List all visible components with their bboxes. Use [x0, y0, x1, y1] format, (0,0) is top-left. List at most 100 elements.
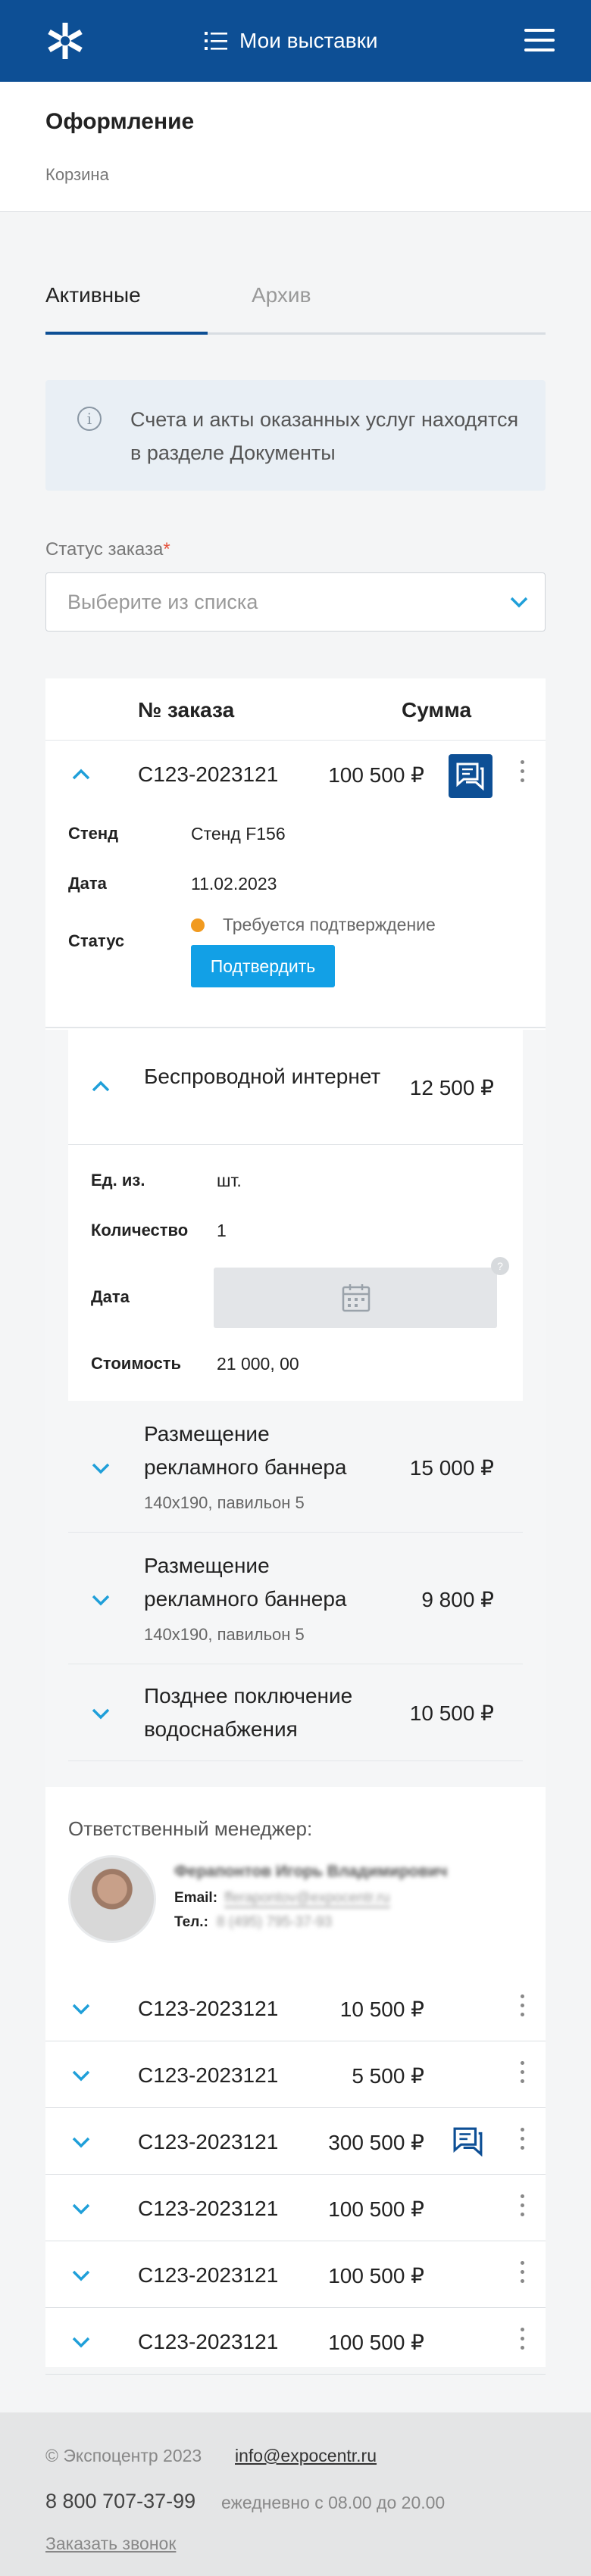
logo-icon[interactable] [44, 20, 86, 62]
chat-icon [456, 763, 484, 791]
chevron-up-icon[interactable] [70, 763, 92, 786]
chevron-down-icon[interactable] [70, 2131, 92, 2153]
title-bar: Оформление Корзина [0, 82, 591, 212]
tab-active[interactable]: Активные [45, 283, 141, 307]
tab-archive[interactable]: Архив [252, 283, 311, 307]
kebab-menu-icon[interactable] [517, 2128, 527, 2155]
table-row-expanded[interactable]: C123-2023121 100 500 ₽ [45, 741, 546, 807]
date-value: 11.02.2023 [191, 874, 277, 893]
burger-menu-icon[interactable] [524, 29, 555, 51]
service-name: Позднее поключение водоснабжения [144, 1684, 353, 1741]
manager-email-label: Email: [174, 1890, 218, 1906]
chevron-down-icon[interactable] [70, 1997, 92, 2020]
page-title: Оформление [45, 109, 195, 134]
kebab-menu-icon[interactable] [517, 1994, 527, 2022]
kebab-menu-icon[interactable] [517, 2194, 527, 2222]
order-status-label: Статус заказа* [45, 539, 170, 560]
chevron-down-icon[interactable] [70, 2331, 92, 2353]
table-row[interactable]: C123-2023121 100 500 ₽ [45, 2175, 546, 2241]
date-picker-field[interactable] [214, 1268, 497, 1328]
order-sum: 10 500 ₽ [339, 1997, 424, 2021]
order-sum: 100 500 ₽ [328, 2264, 424, 2288]
table-header: № заказа Сумма [45, 678, 546, 741]
quantity-label: Количество [91, 1221, 189, 1240]
chat-button[interactable] [449, 754, 492, 798]
manager-phone-label: Тел.: [174, 1914, 208, 1930]
kebab-menu-icon[interactable] [517, 2328, 527, 2355]
service-name: Размещение рекламного баннера [144, 1554, 347, 1611]
notice-text: Счета и акты оказанных услуг находятся в… [130, 408, 519, 464]
callback-link[interactable]: Заказать звонок [45, 2534, 176, 2554]
footer-email-link[interactable]: info@expocentr.ru [235, 2446, 377, 2466]
footer-hours: ежедневно с 08.00 до 20.00 [221, 2493, 446, 2512]
chevron-down-icon[interactable] [89, 1702, 112, 1725]
cost-label: Стоимость [91, 1354, 182, 1373]
order-sum: 100 500 ₽ [328, 2331, 424, 2354]
stand-value: Стенд F156 [191, 824, 286, 844]
kebab-menu-icon[interactable] [517, 760, 527, 787]
order-number: C123-2023121 [138, 763, 279, 786]
service-header[interactable]: Беспроводной интернет 12 500 ₽ [68, 1030, 523, 1145]
table-row[interactable]: C123-2023121 10 500 ₽ [45, 1975, 546, 2041]
service-name: Размещение рекламного баннера [144, 1422, 347, 1479]
table-row[interactable]: C123-2023121 5 500 ₽ [45, 2041, 546, 2108]
order-sum: 100 500 ₽ [328, 2197, 424, 2221]
chevron-down-icon[interactable] [89, 1589, 112, 1611]
order-sum: 300 500 ₽ [328, 2131, 424, 2154]
manager-email[interactable]: fferapontov@expocentr.ru [224, 1890, 390, 1907]
order-number: C123-2023121 [138, 2330, 279, 2353]
header-title: Мои выставки [239, 29, 378, 52]
chevron-up-icon[interactable] [89, 1075, 112, 1098]
copyright: © Экспоцентр 2023 [45, 2446, 202, 2465]
order-status-select[interactable]: Выберите из списка [45, 572, 546, 632]
order-status-label-text: Статус заказа [45, 539, 164, 560]
order-number: C123-2023121 [138, 1997, 279, 2020]
service-price: 10 500 ₽ [409, 1701, 494, 1725]
chevron-down-icon [510, 597, 528, 608]
footer: © Экспоцентр 2023 info@expocentr.ru 8 80… [0, 2412, 591, 2576]
table-row[interactable]: C123-2023121 100 500 ₽ [45, 2308, 546, 2375]
top-header: Мои выставки [0, 0, 591, 82]
service-price: 12 500 ₽ [409, 1076, 494, 1099]
responsible-manager: Ответственный менеджер: Ферапонтов Игорь… [45, 1793, 546, 1975]
kebab-menu-icon[interactable] [517, 2061, 527, 2088]
service-subtitle: 140x190, павильон 5 [144, 1493, 305, 1512]
footer-phone[interactable]: 8 800 707-37-99 [45, 2490, 195, 2513]
service-name: Беспроводной интернет [144, 1065, 381, 1088]
cost-value: 21 000, 00 [217, 1354, 299, 1374]
quantity-value: 1 [217, 1221, 227, 1240]
header-order-number: № заказа [138, 698, 235, 722]
table-row[interactable]: C123-2023121 100 500 ₽ [45, 2241, 546, 2308]
kebab-menu-icon[interactable] [517, 2261, 527, 2288]
manager-name: Ферапонтов Игорь Владимирович [174, 1863, 448, 1880]
status-label: Статус [68, 931, 125, 950]
breadcrumb[interactable]: Корзина [45, 165, 109, 185]
date-label: Дата [68, 874, 107, 893]
manager-phone: 8 (495) 795-37-93 [217, 1914, 333, 1930]
service-expanded: Беспроводной интернет 12 500 ₽ Ед. из. ш… [68, 1030, 523, 1401]
service-price: 9 800 ₽ [421, 1588, 494, 1611]
chat-icon[interactable] [452, 2126, 485, 2157]
order-number: C123-2023121 [138, 2063, 279, 2087]
order-sum: 5 500 ₽ [352, 2064, 424, 2088]
service-item[interactable]: Позднее поключение водоснабжения 10 500 … [68, 1664, 523, 1761]
chevron-down-icon[interactable] [70, 2064, 92, 2087]
date-info-badge[interactable]: ? [491, 1257, 509, 1275]
chevron-down-icon[interactable] [70, 2197, 92, 2220]
service-item[interactable]: Размещение рекламного баннера 140x190, п… [68, 1401, 523, 1533]
calendar-icon [342, 1284, 371, 1312]
avatar [68, 1855, 156, 1943]
service-item[interactable]: Размещение рекламного баннера 140x190, п… [68, 1533, 523, 1664]
manager-label: Ответственный менеджер: [68, 1817, 313, 1840]
my-exhibitions-link[interactable]: Мои выставки [205, 27, 377, 55]
confirm-button[interactable]: Подтвердить [191, 945, 335, 987]
order-number: C123-2023121 [138, 2263, 279, 2287]
status-indicator [191, 918, 205, 932]
chevron-down-icon[interactable] [70, 2264, 92, 2287]
table-row[interactable]: C123-2023121 300 500 ₽ [45, 2108, 546, 2175]
service-date-label: Дата [91, 1287, 130, 1306]
order-details: Стенд Стенд F156 Дата 11.02.2023 Статус … [45, 809, 546, 1028]
info-icon: i [77, 407, 102, 431]
chevron-down-icon[interactable] [89, 1457, 112, 1480]
list-icon [205, 32, 227, 50]
